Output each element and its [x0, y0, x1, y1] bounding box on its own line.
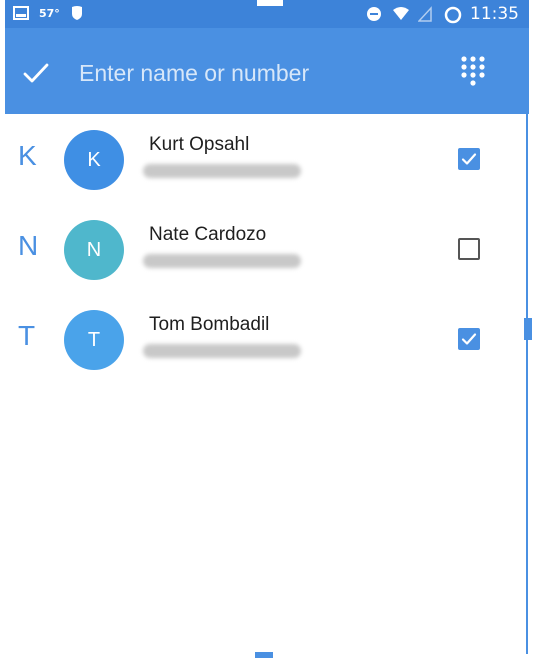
contact-number-redacted [143, 254, 301, 268]
do-not-disturb-icon [366, 6, 382, 22]
contact-number-redacted [143, 164, 301, 178]
avatar: N [64, 220, 124, 280]
screen: 57° 11:35 Enter name or number K K Kurt … [0, 0, 533, 662]
avatar-initial: K [87, 148, 101, 171]
status-left: 57° [13, 5, 86, 21]
fast-scroll-handle[interactable] [524, 318, 532, 340]
status-temperature: 57° [39, 6, 60, 20]
avatar-initial: N [86, 238, 102, 261]
image-notification-icon [13, 5, 29, 21]
contact-row-kurt-opsahl[interactable]: K K Kurt Opsahl [0, 114, 528, 204]
contact-number-redacted [143, 344, 301, 358]
selection-handle [255, 652, 273, 658]
contact-checkbox[interactable] [458, 148, 480, 170]
avatar: T [64, 310, 124, 370]
contact-name: Tom Bombadil [149, 314, 270, 335]
checkmark-icon [461, 153, 477, 165]
contact-row-nate-cardozo[interactable]: N N Nate Cardozo [0, 204, 528, 294]
contact-checkbox[interactable] [458, 328, 480, 350]
sync-icon [444, 6, 462, 24]
fast-scroll-track[interactable] [526, 114, 528, 654]
shield-icon [70, 5, 86, 21]
contact-name: Nate Cardozo [149, 224, 267, 245]
dialpad-button[interactable] [455, 52, 491, 88]
contact-checkbox[interactable] [458, 238, 480, 260]
search-input[interactable] [77, 52, 411, 94]
wifi-icon [392, 6, 409, 22]
contact-row-tom-bombadil[interactable]: T T Tom Bombadil [0, 294, 528, 384]
section-letter: T [18, 320, 36, 351]
status-notch [257, 0, 283, 6]
toolbar [5, 28, 529, 114]
avatar-initial: T [87, 328, 101, 351]
section-letter: K [18, 140, 37, 171]
status-time: 11:35 [470, 4, 519, 24]
signal-icon [417, 6, 434, 22]
status-right: 11:35 [366, 4, 519, 24]
contact-name: Kurt Opsahl [149, 134, 250, 155]
section-letter: N [18, 230, 39, 261]
avatar: K [64, 130, 124, 190]
confirm-button[interactable] [17, 54, 57, 90]
status-bar: 57° 11:35 [5, 0, 529, 28]
checkmark-icon [461, 333, 477, 345]
